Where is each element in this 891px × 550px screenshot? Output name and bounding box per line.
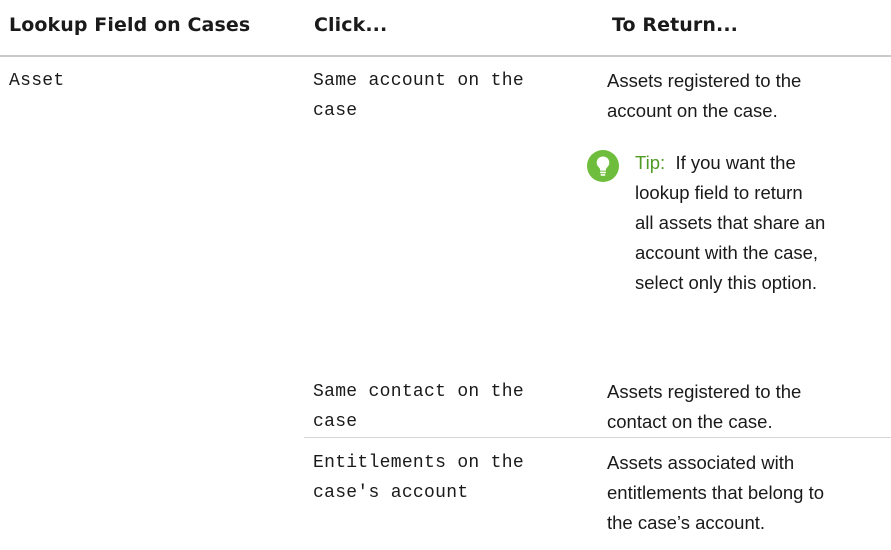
return-description: Assets registered to the account on the … — [607, 66, 852, 126]
return-line: contact on the case. — [607, 411, 773, 432]
click-option: Entitlements on the case's account — [313, 448, 598, 508]
click-option-line: case's account — [313, 483, 469, 503]
tip-label: Tip: — [635, 152, 666, 173]
click-option-line: case — [313, 412, 358, 432]
click-option: Same contact on the case — [313, 377, 598, 437]
row-divider — [304, 437, 891, 438]
tip-line: lookup field to return — [635, 182, 803, 203]
click-option-line: Same account on the — [313, 71, 524, 91]
return-line: account on the case. — [607, 100, 778, 121]
table-header-row: Lookup Field on Cases Click... To Return… — [0, 0, 891, 57]
return-line: the case’s account. — [607, 512, 766, 533]
header-click: Click... — [314, 14, 388, 36]
tip-line: select only this option. — [635, 272, 818, 293]
return-line: Assets associated with — [607, 452, 795, 473]
lookup-field-value: Asset — [9, 71, 65, 91]
header-to-return: To Return... — [612, 14, 738, 36]
click-option-line: Entitlements on the — [313, 453, 524, 473]
tip-text: Tip: If you want the lookup field to ret… — [635, 148, 845, 298]
return-line: Assets registered to the — [607, 70, 802, 91]
click-option-line: case — [313, 101, 358, 121]
tip-line-text: If you want the — [675, 152, 796, 173]
tip-line: Tip: If you want the — [635, 148, 845, 178]
tip-line: all assets that share an — [635, 212, 826, 233]
lookup-filter-table: Lookup Field on Cases Click... To Return… — [0, 0, 891, 533]
click-option: Same account on the case — [313, 66, 598, 126]
click-option-line: Same contact on the — [313, 382, 524, 402]
return-description: Assets associated with entitlements that… — [607, 448, 852, 538]
lightbulb-icon — [587, 150, 619, 182]
return-line: Assets registered to the — [607, 381, 802, 402]
tip-line: account with the case, — [635, 242, 819, 263]
header-lookup-field: Lookup Field on Cases — [9, 14, 251, 36]
return-line: entitlements that belong to — [607, 482, 825, 503]
return-description: Assets registered to the contact on the … — [607, 377, 852, 437]
